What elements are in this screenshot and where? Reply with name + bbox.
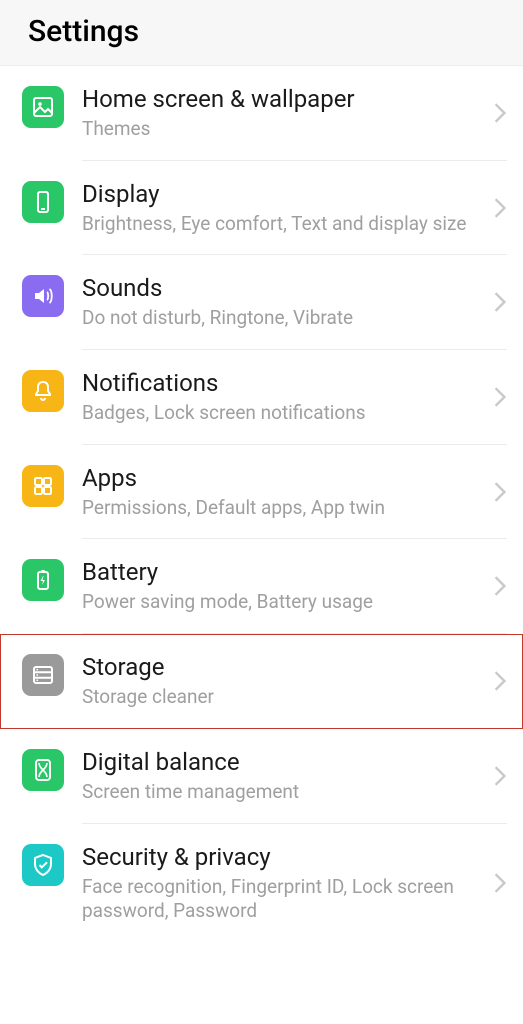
- settings-item-subtitle: Themes: [82, 117, 485, 142]
- settings-item-title: Apps: [82, 463, 485, 493]
- settings-item-title: Notifications: [82, 368, 485, 398]
- settings-item-title: Security & privacy: [82, 842, 485, 872]
- settings-list: Home screen & wallpaper Themes Display Brig…: [0, 66, 523, 942]
- chevron-right-icon: [493, 102, 507, 124]
- chevron-right-icon: [493, 197, 507, 219]
- shield-icon: [22, 844, 64, 886]
- picture-icon: [22, 86, 64, 128]
- chevron-right-icon: [493, 670, 507, 692]
- settings-item-title: Display: [82, 179, 485, 209]
- settings-item-display[interactable]: Display Brightness, Eye comfort, Text and…: [0, 161, 523, 256]
- settings-item-subtitle: Screen time management: [82, 780, 485, 805]
- battery-icon: [22, 559, 64, 601]
- chevron-right-icon: [493, 291, 507, 313]
- settings-item-title: Battery: [82, 557, 485, 587]
- page-title: Settings: [0, 0, 523, 66]
- settings-item-subtitle: Badges, Lock screen notifications: [82, 401, 485, 426]
- grid-icon: [22, 465, 64, 507]
- chevron-right-icon: [493, 872, 507, 894]
- storage-icon: [22, 654, 64, 696]
- settings-item-subtitle: Do not disturb, Ringtone, Vibrate: [82, 306, 485, 331]
- settings-item-digital-balance[interactable]: Digital balance Screen time management: [0, 729, 523, 824]
- settings-item-notifications[interactable]: Notifications Badges, Lock screen notific…: [0, 350, 523, 445]
- settings-item-subtitle: Brightness, Eye comfort, Text and displa…: [82, 212, 485, 237]
- settings-item-storage[interactable]: Storage Storage cleaner: [0, 634, 523, 729]
- hourglass-icon: [22, 749, 64, 791]
- settings-item-sounds[interactable]: Sounds Do not disturb, Ringtone, Vibrate: [0, 255, 523, 350]
- settings-item-subtitle: Storage cleaner: [82, 685, 485, 710]
- chevron-right-icon: [493, 765, 507, 787]
- settings-item-title: Storage: [82, 652, 485, 682]
- settings-item-title: Home screen & wallpaper: [82, 84, 485, 114]
- settings-item-subtitle: Power saving mode, Battery usage: [82, 590, 485, 615]
- settings-item-title: Sounds: [82, 273, 485, 303]
- chevron-right-icon: [493, 575, 507, 597]
- settings-item-title: Digital balance: [82, 747, 485, 777]
- settings-item-subtitle: Permissions, Default apps, App twin: [82, 496, 485, 521]
- settings-item-battery[interactable]: Battery Power saving mode, Battery usage: [0, 539, 523, 634]
- settings-item-home-screen[interactable]: Home screen & wallpaper Themes: [0, 66, 523, 161]
- bell-icon: [22, 370, 64, 412]
- chevron-right-icon: [493, 386, 507, 408]
- phone-icon: [22, 181, 64, 223]
- settings-item-subtitle: Face recognition, Fingerprint ID, Lock s…: [82, 875, 485, 924]
- settings-item-security[interactable]: Security & privacyFace recognition, Fing…: [0, 824, 523, 942]
- speaker-icon: [22, 275, 64, 317]
- settings-item-apps[interactable]: Apps Permissions, Default apps, App twin: [0, 445, 523, 540]
- chevron-right-icon: [493, 481, 507, 503]
